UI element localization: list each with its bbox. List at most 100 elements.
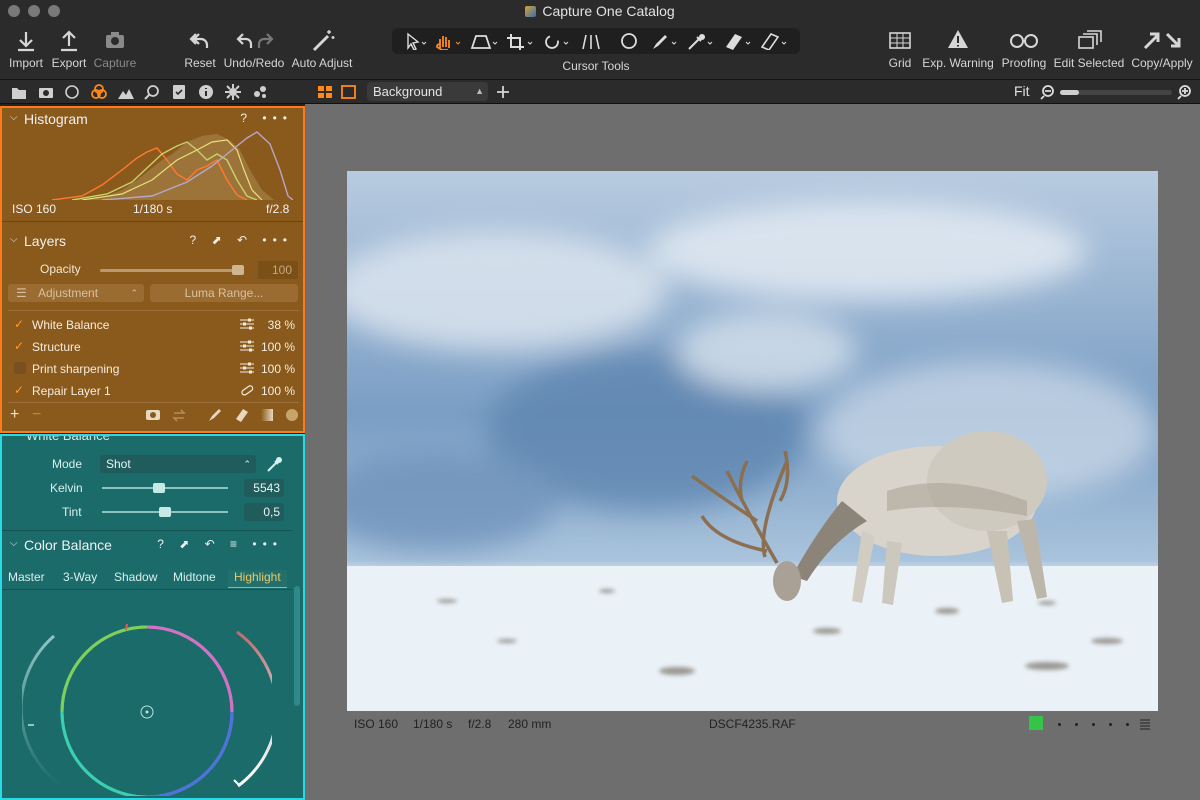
rating-star[interactable] xyxy=(1058,723,1061,726)
opacity-slider[interactable] xyxy=(100,269,242,272)
zoom-out-icon[interactable] xyxy=(1040,83,1058,101)
multi-view-icon[interactable] xyxy=(316,83,334,101)
pan-hand-icon[interactable] xyxy=(432,32,462,50)
reset-tool-icon[interactable]: ↶ xyxy=(205,537,221,551)
layer-select[interactable]: Background ▲ xyxy=(367,82,488,101)
import-button[interactable]: Import xyxy=(6,26,46,70)
opacity-slider-knob[interactable] xyxy=(232,265,244,275)
add-layer-icon[interactable] xyxy=(494,83,512,101)
radial-gradient-icon[interactable] xyxy=(285,408,299,422)
gradient-mask-icon[interactable] xyxy=(722,32,752,50)
tab-master[interactable]: Master xyxy=(8,570,45,584)
layers-header[interactable]: ⌵ Layers ? ⬈ ↶ ••• xyxy=(2,232,303,254)
layer-checkbox[interactable]: ✓ xyxy=(14,340,26,352)
swap-icon[interactable] xyxy=(172,408,186,422)
draw-mask-icon[interactable] xyxy=(207,408,221,422)
kelvin-slider-knob[interactable] xyxy=(152,483,165,493)
capture-button[interactable]: Capture xyxy=(92,26,138,70)
adjustments-tab-icon[interactable] xyxy=(170,83,188,101)
help-icon[interactable]: ? xyxy=(190,233,203,247)
gradient-icon[interactable] xyxy=(260,408,274,422)
tool-tabs-strip: Background ▲ Fit xyxy=(0,80,1200,104)
presets-icon[interactable]: ≡ xyxy=(230,537,243,551)
tab-highlight[interactable]: Highlight xyxy=(228,570,287,588)
copy-apply-button[interactable]: Copy/Apply xyxy=(1130,26,1194,70)
white-balance-picker-icon[interactable] xyxy=(265,455,283,473)
zoom-fit-label[interactable]: Fit xyxy=(1014,83,1030,99)
tint-value-field[interactable]: 0,5 xyxy=(244,503,284,521)
more-icon[interactable]: ••• xyxy=(262,111,293,125)
layer-checkbox[interactable] xyxy=(14,362,26,374)
tab-3-way[interactable]: 3-Way xyxy=(63,570,97,584)
export-button[interactable]: Export xyxy=(50,26,88,70)
color-tab-icon[interactable] xyxy=(90,83,108,101)
auto-adjust-button[interactable]: Auto Adjust xyxy=(290,26,354,70)
batch-tab-icon[interactable] xyxy=(251,83,269,101)
tint-slider-knob[interactable] xyxy=(159,507,171,517)
reindeer-photo[interactable] xyxy=(347,171,1158,711)
color-balance-header[interactable]: ⌵ Color Balance ? ⬈ ↶ ≡ ••• xyxy=(2,536,303,558)
layer-row[interactable]: ✓ Structure 100 % xyxy=(8,336,299,358)
layer-row[interactable]: ✓ White Balance 38 % xyxy=(8,314,299,336)
zoom-slider[interactable] xyxy=(1060,90,1172,95)
undo-redo-button[interactable]: Undo/Redo xyxy=(222,26,286,70)
pop-out-icon[interactable]: ⬈ xyxy=(212,233,228,247)
color-tag-badge[interactable] xyxy=(1029,716,1043,730)
eye-icon[interactable] xyxy=(146,408,160,422)
edit-selected-button[interactable]: Edit Selected xyxy=(1052,26,1126,70)
lens-correction-icon[interactable] xyxy=(578,32,608,50)
crop-icon[interactable] xyxy=(504,32,534,50)
opacity-value-field[interactable]: 100 xyxy=(258,261,298,279)
kelvin-slider[interactable] xyxy=(102,487,228,489)
pop-out-icon[interactable]: ⬈ xyxy=(179,537,195,551)
layer-checkbox[interactable]: ✓ xyxy=(14,384,26,396)
rotate-icon[interactable] xyxy=(540,32,570,50)
help-icon[interactable]: ? xyxy=(157,537,170,551)
proofing-button[interactable]: Proofing xyxy=(1000,26,1048,70)
mode-dropdown[interactable]: Shot ⌃ xyxy=(100,455,256,473)
more-icon[interactable]: ••• xyxy=(262,233,293,247)
luma-range-button[interactable]: Luma Range... xyxy=(150,284,298,302)
histogram-header[interactable]: ⌵ Histogram ? ••• xyxy=(2,110,303,132)
color-picker-icon[interactable] xyxy=(684,32,714,50)
single-view-icon[interactable] xyxy=(340,83,358,101)
tab-midtone[interactable]: Midtone xyxy=(173,570,216,584)
reset-tool-icon[interactable]: ↶ xyxy=(237,233,253,247)
rating-star[interactable] xyxy=(1075,723,1078,726)
brush-icon[interactable] xyxy=(648,32,678,50)
erase-mask-icon[interactable] xyxy=(234,408,248,422)
add-layer-button[interactable]: + xyxy=(10,406,19,424)
exposure-tab-icon[interactable] xyxy=(117,83,135,101)
eraser-icon[interactable] xyxy=(758,32,788,50)
capture-tab-icon[interactable] xyxy=(37,83,55,101)
spot-removal-icon[interactable] xyxy=(614,32,644,50)
reset-button[interactable]: Reset xyxy=(182,26,218,70)
layer-row[interactable]: Print sharpening 100 % xyxy=(8,358,299,380)
output-tab-icon[interactable] xyxy=(224,83,242,101)
grid-button[interactable]: Grid xyxy=(884,26,916,70)
color-wheel[interactable] xyxy=(22,600,272,796)
layer-row[interactable]: ✓ Repair Layer 1 100 % xyxy=(8,380,299,402)
remove-layer-button[interactable]: − xyxy=(32,406,41,424)
panel-scrollbar[interactable] xyxy=(294,586,300,706)
list-view-icon[interactable] xyxy=(1139,718,1151,730)
rating-star[interactable] xyxy=(1126,723,1129,726)
exposure-warning-button[interactable]: Exp. Warning xyxy=(922,26,994,70)
up-down-chevron-icon: ▲ xyxy=(475,86,484,96)
kelvin-value-field[interactable]: 5543 xyxy=(244,479,284,497)
select-cursor-icon[interactable] xyxy=(398,32,428,50)
metadata-tab-icon[interactable] xyxy=(197,83,215,101)
details-tab-icon[interactable] xyxy=(143,83,161,101)
layer-checkbox[interactable]: ✓ xyxy=(14,318,26,330)
more-icon[interactable]: ••• xyxy=(252,537,283,551)
library-tab-icon[interactable] xyxy=(10,83,28,101)
adjustment-dropdown[interactable]: ☰ Adjustment ⌃ xyxy=(8,284,144,302)
rating-star[interactable] xyxy=(1109,723,1112,726)
help-icon[interactable]: ? xyxy=(240,111,253,125)
zoom-in-icon[interactable] xyxy=(1177,83,1195,101)
rating-star[interactable] xyxy=(1092,723,1095,726)
lens-tab-icon[interactable] xyxy=(63,83,81,101)
histogram-shutter: 1/180 s xyxy=(133,202,173,216)
keystone-icon[interactable] xyxy=(468,32,498,50)
tab-shadow[interactable]: Shadow xyxy=(114,570,157,584)
